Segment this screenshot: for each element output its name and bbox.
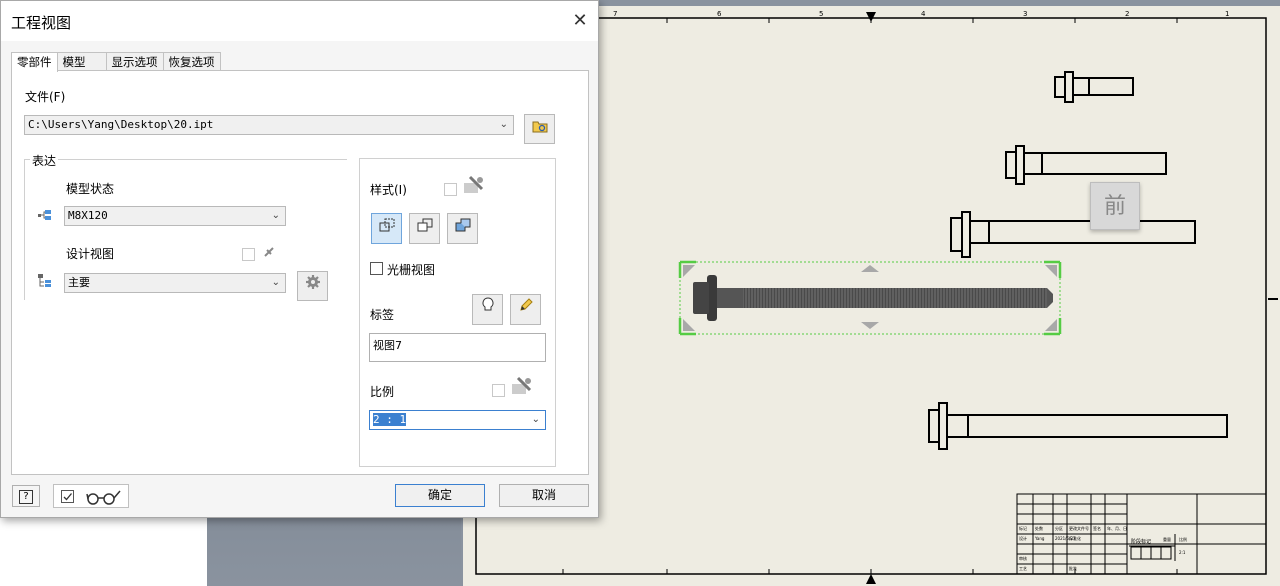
scale-label: 比例 (370, 385, 395, 399)
preview-checkbox[interactable] (61, 490, 74, 503)
hidden-line-button[interactable] (371, 213, 402, 244)
hidden-line-removed-button[interactable] (409, 213, 440, 244)
file-path-value: C:\Users\Yang\Desktop\20.ipt (28, 118, 214, 131)
bolt-view-1[interactable] (1054, 71, 1134, 103)
tb-cell: 分区 (1055, 525, 1063, 531)
close-button[interactable]: ✕ (568, 9, 592, 33)
tb-cell: 处数 (1035, 525, 1043, 531)
tb-cell: Yang (1034, 536, 1045, 541)
hidden-line-icon (379, 218, 394, 232)
shaded-icon (455, 218, 470, 232)
zone-number: 5 (819, 10, 823, 18)
gear-icon (305, 275, 320, 289)
help-icon: ? (19, 490, 33, 504)
design-view-settings-button[interactable] (297, 271, 328, 301)
zone-number: 7 (613, 10, 617, 18)
zone-number: 4 (921, 10, 926, 18)
folder-icon (532, 121, 547, 133)
shaded-button[interactable] (447, 213, 478, 244)
zone-number: 2 (1125, 10, 1129, 18)
border-zone-numbers: 7 6 5 4 3 2 1 (613, 10, 1229, 18)
tb-cell: 批准 (1069, 565, 1077, 571)
rotate-down-arrow-icon[interactable] (861, 322, 879, 329)
design-view-label: 设计视图 (66, 247, 115, 261)
center-mark-bottom (866, 574, 876, 584)
hidden-line-removed-icon (417, 218, 432, 232)
zone-number: 3 (1023, 10, 1027, 18)
tb-cell: 签名 (1093, 525, 1101, 531)
tab-component[interactable]: 零部件 (11, 52, 58, 72)
design-view-combo[interactable]: 主要 ⌄ (64, 273, 286, 293)
tb-cell: 重量 (1163, 536, 1171, 542)
open-file-button[interactable] (524, 114, 555, 144)
title-block (1016, 493, 1267, 575)
dialog-title-bar[interactable]: 工程视图 ✕ (1, 1, 598, 41)
tb-cell: 工艺 (1019, 566, 1027, 571)
tb-cell: 审核 (1019, 555, 1027, 561)
associative-link-icon (262, 245, 276, 262)
model-state-value: M8X120 (68, 209, 108, 222)
tb-cell: 阶段标记 (1131, 538, 1151, 545)
bolt-view-2[interactable] (1005, 145, 1167, 185)
viewcube-front-face[interactable]: 前 (1090, 182, 1140, 230)
bolt-view-5[interactable] (928, 402, 1228, 450)
design-view-associative-checkbox[interactable] (242, 248, 255, 261)
toggle-label-visibility-button[interactable] (472, 294, 503, 325)
bolt-view-7-preview[interactable] (678, 260, 1062, 336)
pencil-icon (519, 298, 533, 311)
bolt-view-3[interactable] (950, 211, 1196, 258)
zone-number: 1 (1225, 10, 1229, 18)
raster-view-label: 光栅视图 (387, 263, 436, 277)
file-path-combo[interactable]: C:\Users\Yang\Desktop\20.ipt ⌄ (24, 115, 514, 135)
scale-value: 2 : 1 (373, 413, 407, 426)
tb-cell: 年、月、日 (1107, 525, 1127, 531)
glasses-icon (86, 490, 121, 505)
tab-recovery-options[interactable]: 恢复选项 (162, 52, 221, 71)
design-view-value: 主要 (68, 276, 90, 289)
model-state-label: 模型状态 (66, 182, 115, 196)
model-state-icon (38, 209, 52, 221)
lightbulb-icon (482, 297, 493, 311)
tb-cell: 比例 (1179, 536, 1187, 542)
label-section-label: 标签 (370, 308, 395, 322)
chevron-down-icon: ⌄ (499, 119, 508, 130)
rotate-up-arrow-icon[interactable] (861, 265, 879, 272)
model-state-combo[interactable]: M8X120 ⌄ (64, 206, 286, 226)
raster-view-checkbox[interactable] (370, 262, 383, 275)
scale-combo[interactable]: 2 : 1 ⌄ (369, 410, 546, 430)
scale-from-base-icon (510, 376, 534, 399)
style-from-base-checkbox[interactable] (444, 183, 457, 196)
help-button[interactable]: ? (12, 485, 40, 507)
tb-cell: 标记 (1019, 525, 1027, 531)
tab-display-options[interactable]: 显示选项 (105, 52, 164, 71)
chevron-down-icon: ⌄ (531, 414, 540, 425)
cancel-button[interactable]: 取消 (499, 484, 589, 507)
file-label: 文件(F) (25, 90, 66, 104)
design-view-icon (38, 274, 52, 291)
view-label-input[interactable]: 视图7 (369, 333, 546, 362)
drawing-view-dialog: 工程视图 ✕ 零部件 模型 显示选项 恢复选项 文件(F) C:\Users\Y… (0, 0, 599, 518)
chevron-down-icon: ⌄ (271, 210, 280, 221)
edit-label-button[interactable] (510, 294, 541, 325)
style-from-base-icon (462, 175, 486, 198)
preview-toggle[interactable] (53, 484, 129, 508)
tab-panel: 文件(F) C:\Users\Yang\Desktop\20.ipt ⌄ 表达 … (11, 70, 589, 475)
center-mark-top (866, 12, 876, 22)
scale-from-base-checkbox[interactable] (492, 384, 505, 397)
tb-cell: 标准化 (1069, 535, 1081, 541)
dialog-title: 工程视图 (11, 14, 72, 32)
chevron-down-icon: ⌄ (271, 277, 280, 288)
tb-cell: 更改文件号 (1069, 525, 1089, 531)
representation-group-title: 表达 (30, 152, 59, 169)
style-label: 样式(I) (370, 183, 407, 197)
tb-cell: 2:1 (1179, 550, 1186, 555)
zone-number: 6 (717, 10, 722, 18)
dialog-tabs: 零部件 模型 显示选项 恢复选项 (11, 52, 221, 72)
ok-button[interactable]: 确定 (395, 484, 485, 507)
tab-model[interactable]: 模型 (56, 52, 107, 71)
tb-cell: 设计 (1019, 535, 1027, 541)
